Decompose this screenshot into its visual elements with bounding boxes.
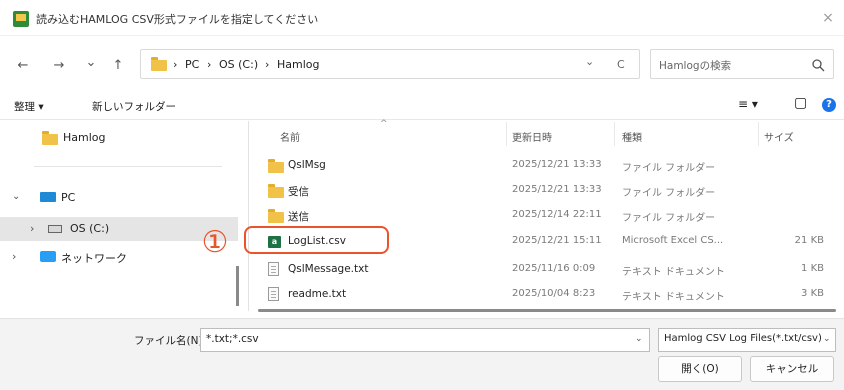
file-date: 2025/12/21 13:33 xyxy=(512,184,602,195)
file-type: ファイル フォルダー xyxy=(622,163,716,174)
file-row[interactable]: QslMessage.txt 2025/11/16 0:09 テキスト ドキュメ… xyxy=(258,259,836,281)
new-folder-button[interactable]: 新しいフォルダー xyxy=(92,99,176,114)
file-date: 2025/12/21 13:33 xyxy=(512,159,602,170)
chevron-down-icon[interactable]: ⌄ xyxy=(823,334,831,344)
filename-label: ファイル名(N): xyxy=(134,335,207,347)
folder-icon xyxy=(268,159,284,173)
column-divider[interactable] xyxy=(614,122,615,146)
column-header-type[interactable]: 種類 xyxy=(622,129,642,144)
highlight-box xyxy=(244,226,389,254)
folder-icon xyxy=(268,209,284,223)
close-icon[interactable]: × xyxy=(818,8,838,28)
refresh-icon[interactable]: C xyxy=(617,58,625,71)
filename-value: *.txt;*.csv xyxy=(206,333,259,345)
file-size: 1 KB xyxy=(801,263,824,274)
file-name: readme.txt xyxy=(288,288,347,300)
horizontal-scrollbar[interactable] xyxy=(258,309,836,312)
address-dropdown-icon[interactable]: ⌄ xyxy=(585,55,594,68)
expand-chevron-icon[interactable]: › xyxy=(30,222,34,235)
forward-arrow-icon[interactable]: → xyxy=(50,57,68,75)
file-date: 2025/12/14 22:11 xyxy=(512,209,602,220)
pane-divider xyxy=(248,121,249,311)
recent-locations-icon[interactable]: ⌄ xyxy=(82,54,100,72)
column-divider[interactable] xyxy=(758,122,759,146)
file-name: 受信 xyxy=(288,186,309,198)
chevron-down-icon[interactable]: ⌄ xyxy=(635,334,643,344)
column-divider[interactable] xyxy=(506,122,507,146)
cancel-button[interactable]: キャンセル xyxy=(750,356,834,382)
expand-chevron-icon[interactable]: ⌄ xyxy=(12,191,20,202)
breadcrumb-pc[interactable]: PC xyxy=(185,58,199,71)
sidebar-item-label: Hamlog xyxy=(63,131,106,144)
sidebar-item-label: PC xyxy=(61,191,76,204)
step-number-marker: ① xyxy=(201,225,229,260)
file-type: ファイル フォルダー xyxy=(622,213,716,224)
pc-icon xyxy=(40,192,56,202)
up-arrow-icon[interactable]: ↑ xyxy=(109,57,127,75)
column-header-date[interactable]: 更新日時 xyxy=(512,129,552,144)
file-date: 2025/12/21 15:11 xyxy=(512,235,602,246)
folder-icon xyxy=(42,131,58,145)
file-type: テキスト ドキュメント xyxy=(622,292,725,303)
file-type: テキスト ドキュメント xyxy=(622,267,725,278)
address-bar[interactable]: › PC › OS (C:) › Hamlog ⌄ C xyxy=(140,49,640,79)
file-date: 2025/10/04 8:23 xyxy=(512,288,596,299)
file-name: QslMessage.txt xyxy=(288,263,369,275)
sidebar-item-pc[interactable]: ⌄ PC xyxy=(0,186,238,210)
search-box[interactable]: Hamlogの検索 xyxy=(650,49,834,79)
breadcrumb-separator: › xyxy=(265,58,270,71)
app-icon xyxy=(13,11,29,27)
filename-input[interactable]: *.txt;*.csv ⌄ xyxy=(200,328,650,352)
file-size: 3 KB xyxy=(801,288,824,299)
divider xyxy=(34,166,222,167)
sidebar-item-hamlog[interactable]: Hamlog xyxy=(0,126,238,150)
expand-chevron-icon[interactable]: › xyxy=(12,250,16,263)
file-type: Microsoft Excel CS... xyxy=(622,235,724,246)
file-type: ファイル フォルダー xyxy=(622,188,716,199)
file-row[interactable]: 送信 2025/12/14 22:11 ファイル フォルダー xyxy=(258,205,836,227)
file-row[interactable]: readme.txt 2025/10/04 8:23 テキスト ドキュメント 3… xyxy=(258,284,836,306)
organize-button[interactable]: 整理 ▾ xyxy=(14,99,44,114)
search-icon[interactable] xyxy=(811,58,825,72)
filter-value: Hamlog CSV Log Files(*.txt/csv) xyxy=(664,333,822,344)
breadcrumb-hamlog[interactable]: Hamlog xyxy=(277,58,320,71)
preview-pane-icon[interactable]: ▢ xyxy=(794,95,807,111)
sort-ascending-icon: ^ xyxy=(380,119,388,129)
file-type-filter[interactable]: Hamlog CSV Log Files(*.txt/csv) ⌄ xyxy=(658,328,836,352)
file-name: QslMsg xyxy=(288,159,326,171)
file-row[interactable]: QslMsg 2025/12/21 13:33 ファイル フォルダー xyxy=(258,155,836,177)
open-button[interactable]: 開く(O) xyxy=(658,356,742,382)
breadcrumb-drive[interactable]: OS (C:) xyxy=(219,58,258,71)
pane-resize-handle[interactable] xyxy=(236,266,239,306)
column-header-name[interactable]: 名前 xyxy=(280,129,300,144)
file-row[interactable]: 受信 2025/12/21 13:33 ファイル フォルダー xyxy=(258,180,836,202)
text-file-icon xyxy=(268,262,279,276)
back-arrow-icon[interactable]: ← xyxy=(14,57,32,75)
help-icon[interactable]: ? xyxy=(822,98,836,112)
file-date: 2025/11/16 0:09 xyxy=(512,263,596,274)
text-file-icon xyxy=(268,287,279,301)
breadcrumb-separator: › xyxy=(173,58,178,71)
sidebar-item-label: OS (C:) xyxy=(70,222,110,235)
drive-icon xyxy=(48,225,62,233)
breadcrumb-separator: › xyxy=(207,58,212,71)
search-placeholder: Hamlogの検索 xyxy=(659,60,732,72)
folder-icon xyxy=(268,184,284,198)
view-options-icon[interactable]: ≡ ▾ xyxy=(738,97,758,111)
network-icon xyxy=(40,251,56,262)
file-size: 21 KB xyxy=(794,235,824,246)
window-title: 読み込むHAMLOG CSV形式ファイルを指定してください xyxy=(36,13,319,26)
folder-icon xyxy=(151,57,167,71)
sidebar-item-label: ネットワーク xyxy=(61,252,127,265)
file-name: 送信 xyxy=(288,211,309,223)
column-header-size[interactable]: サイズ xyxy=(764,129,794,144)
